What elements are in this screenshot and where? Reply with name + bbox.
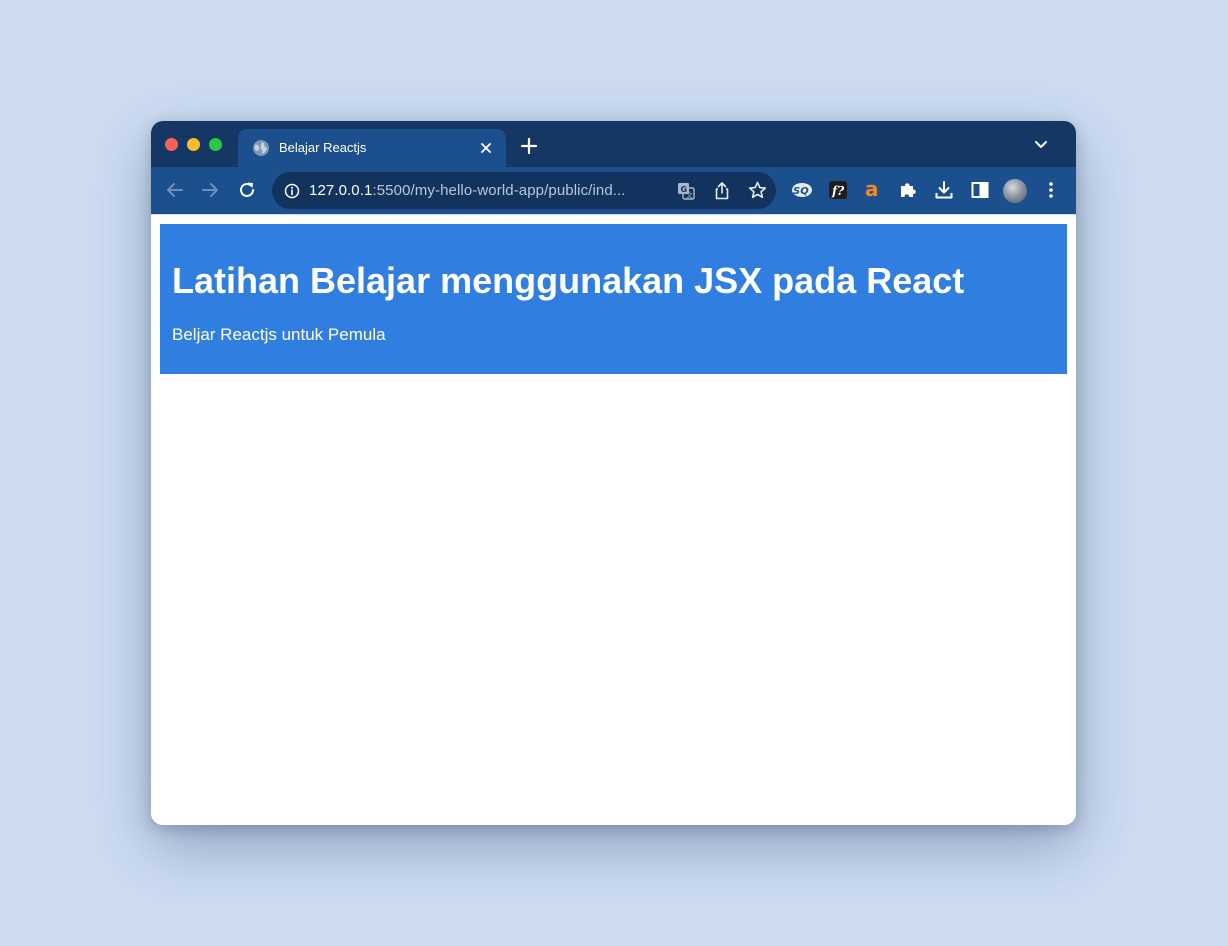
window-close-button[interactable] [165,138,178,151]
site-info-icon[interactable] [284,183,300,199]
tab-title: Belajar Reactjs [279,140,367,155]
amazon-extension-icon[interactable]: a [861,178,883,200]
page-heading: Latihan Belajar menggunakan JSX pada Rea… [172,260,965,301]
bookmark-star-icon[interactable] [747,180,768,201]
extensions-puzzle-icon[interactable] [897,179,919,201]
window-maximize-button[interactable] [209,138,222,151]
title-bar: Belajar Reactjs [151,121,1076,167]
tab-belajar-reactjs[interactable]: Belajar Reactjs [238,129,506,167]
svg-text:文: 文 [686,191,693,200]
address-bar[interactable]: 127.0.0.1:5500/my-hello-world-app/public… [272,172,776,209]
back-arrow-icon[interactable] [164,179,186,201]
svg-text:a: a [865,178,879,200]
url-text[interactable]: 127.0.0.1:5500/my-hello-world-app/public… [309,182,626,199]
url-path: :5500/my-hello-world-app/public/ind... [372,182,626,199]
new-tab-icon[interactable] [520,137,538,155]
seoquake-extension-icon[interactable]: SQ [791,179,813,201]
browser-window: Belajar Reactjs 127.0.0.1:5500/my-hello-… [151,121,1076,825]
window-minimize-button[interactable] [187,138,200,151]
close-tab-icon[interactable] [476,138,496,158]
share-icon[interactable] [712,181,732,201]
page-subtitle: Beljar Reactjs untuk Pemula [172,325,386,344]
reload-icon[interactable] [236,179,258,201]
url-host: 127.0.0.1 [309,182,373,199]
download-icon[interactable] [933,179,955,201]
header-banner: Latihan Belajar menggunakan JSX pada Rea… [160,224,1067,374]
svg-text:SQ: SQ [793,186,809,197]
svg-text:f?: f? [831,184,845,198]
profile-avatar[interactable] [1003,179,1027,203]
toolbar: 127.0.0.1:5500/my-hello-world-app/public… [151,167,1076,214]
side-panel-icon[interactable] [969,179,991,201]
more-menu-icon[interactable] [1040,179,1062,201]
translate-icon[interactable]: G 文 [676,181,696,201]
globe-icon [253,140,269,156]
forward-arrow-icon[interactable] [199,179,221,201]
font-identifier-extension-icon[interactable]: f? [827,179,849,201]
chevron-down-icon[interactable] [1033,139,1049,151]
page-viewport: Latihan Belajar menggunakan JSX pada Rea… [151,215,1076,825]
